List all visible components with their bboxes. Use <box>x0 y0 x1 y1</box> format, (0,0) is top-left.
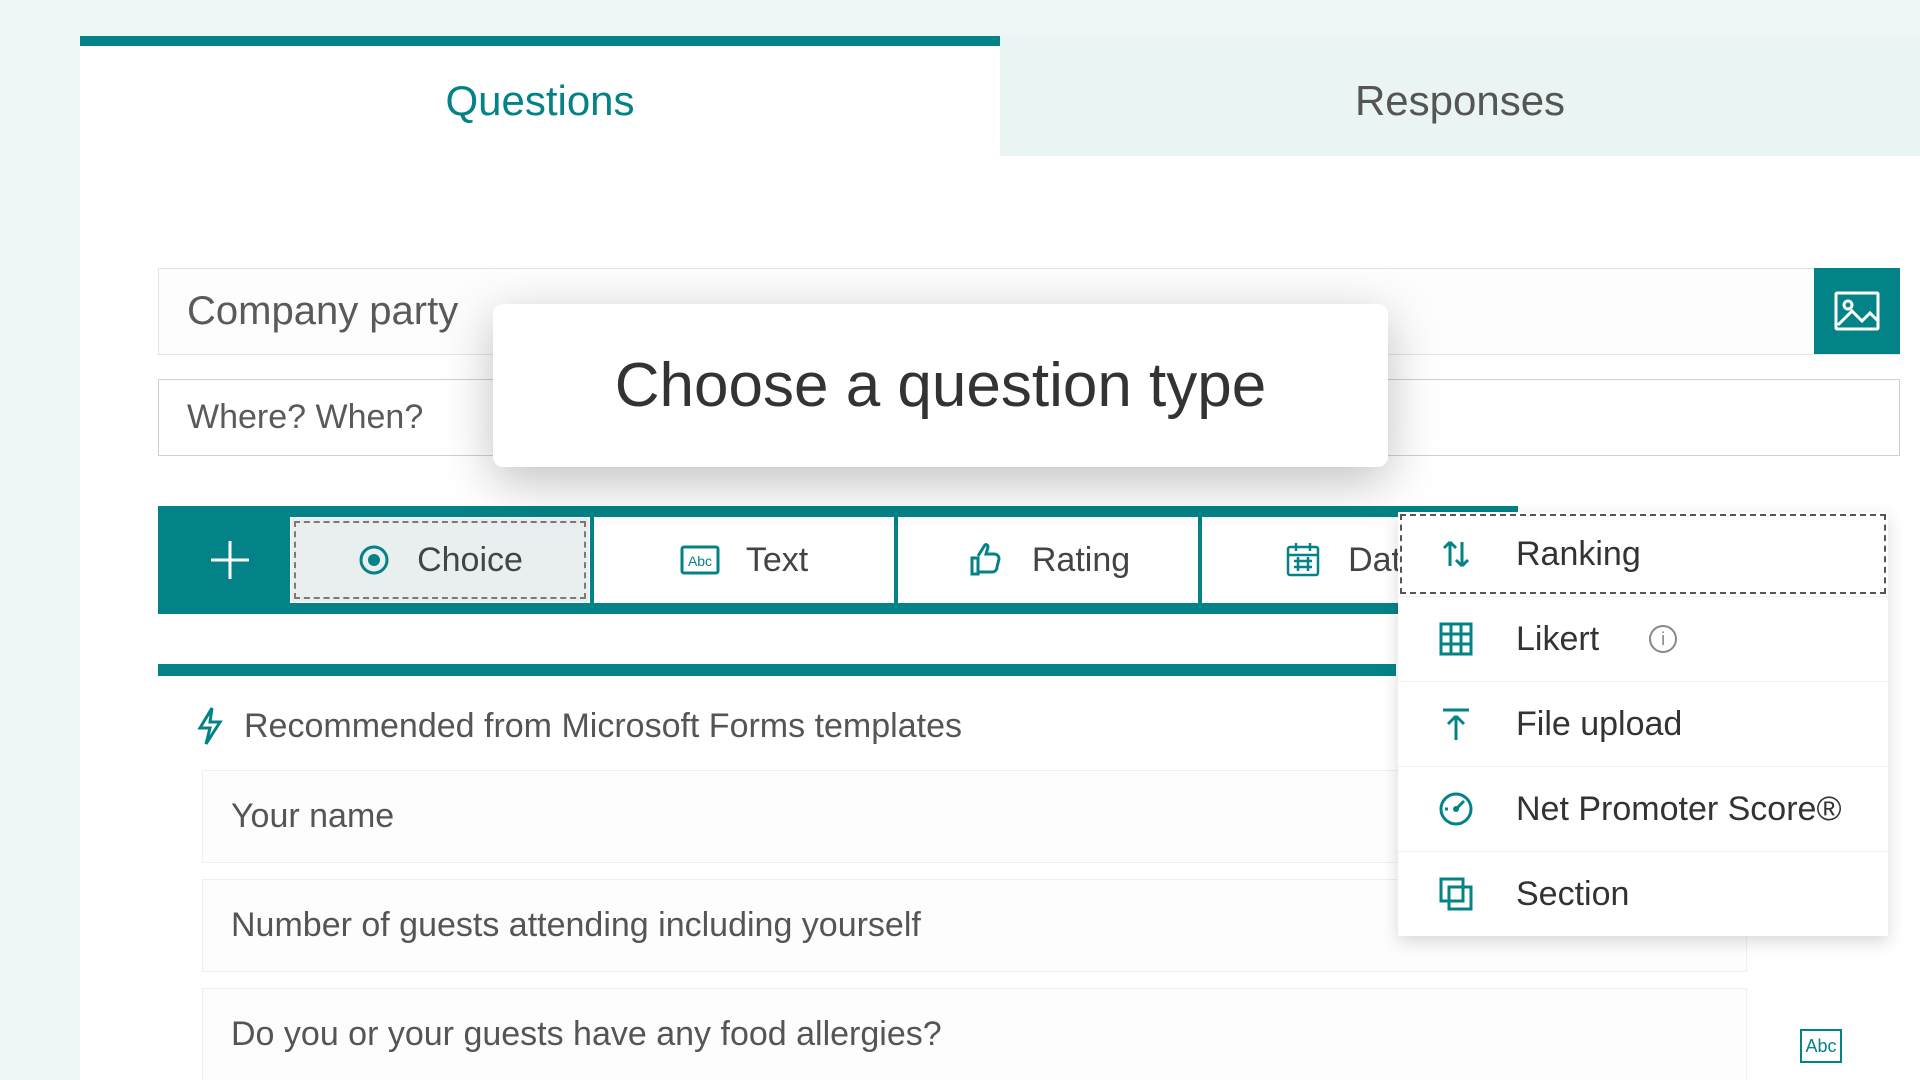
form-editor: Company party Where? When? <box>80 156 1920 1080</box>
tab-bar: Questions Responses <box>80 36 1920 156</box>
plus-icon <box>207 537 253 583</box>
calendar-icon <box>1284 541 1322 579</box>
upload-icon <box>1439 704 1473 744</box>
dropdown-ranking-label: Ranking <box>1516 535 1641 574</box>
recommended-item[interactable]: Do you or your guests have any food alle… <box>202 988 1747 1080</box>
radio-icon <box>357 543 391 577</box>
question-type-toolbar: Choice Abc Text Ratin <box>158 506 1518 614</box>
qtype-text-label: Text <box>746 541 808 580</box>
recommended-heading-label: Recommended from Microsoft Forms templat… <box>244 707 962 746</box>
dropdown-likert[interactable]: Likert i <box>1398 596 1888 681</box>
dropdown-fileupload-label: File upload <box>1516 705 1682 744</box>
thumbs-up-icon <box>966 542 1006 578</box>
tab-questions[interactable]: Questions <box>80 36 1000 156</box>
dropdown-likert-label: Likert <box>1516 620 1599 659</box>
tab-responses[interactable]: Responses <box>1000 36 1920 156</box>
lightning-icon <box>196 706 224 746</box>
info-icon[interactable]: i <box>1649 625 1677 653</box>
image-icon <box>1834 291 1880 331</box>
dropdown-nps[interactable]: Net Promoter Score® <box>1398 766 1888 851</box>
add-question-button[interactable] <box>170 516 290 604</box>
section-icon <box>1437 875 1475 913</box>
section-divider <box>158 664 1396 676</box>
callout-tooltip: Choose a question type <box>493 304 1388 467</box>
dropdown-file-upload[interactable]: File upload <box>1398 681 1888 766</box>
qtype-choice-label: Choice <box>417 541 523 580</box>
abc-badge: Abc <box>1800 1029 1842 1063</box>
insert-image-button[interactable] <box>1814 268 1900 354</box>
textbox-icon: Abc <box>680 543 720 577</box>
question-type-dropdown: Ranking Likert i <box>1398 512 1888 936</box>
dropdown-nps-label: Net Promoter Score® <box>1516 790 1842 829</box>
ranking-icon <box>1438 534 1474 574</box>
qtype-rating-button[interactable]: Rating <box>898 517 1198 603</box>
svg-text:Abc: Abc <box>688 553 712 569</box>
grid-icon <box>1438 621 1474 657</box>
qtype-rating-label: Rating <box>1032 541 1130 580</box>
dropdown-ranking[interactable]: Ranking <box>1398 512 1888 596</box>
dropdown-section[interactable]: Section <box>1398 851 1888 936</box>
gauge-icon <box>1437 790 1475 828</box>
qtype-choice-button[interactable]: Choice <box>290 517 590 603</box>
qtype-text-button[interactable]: Abc Text <box>594 517 894 603</box>
dropdown-section-label: Section <box>1516 875 1629 914</box>
